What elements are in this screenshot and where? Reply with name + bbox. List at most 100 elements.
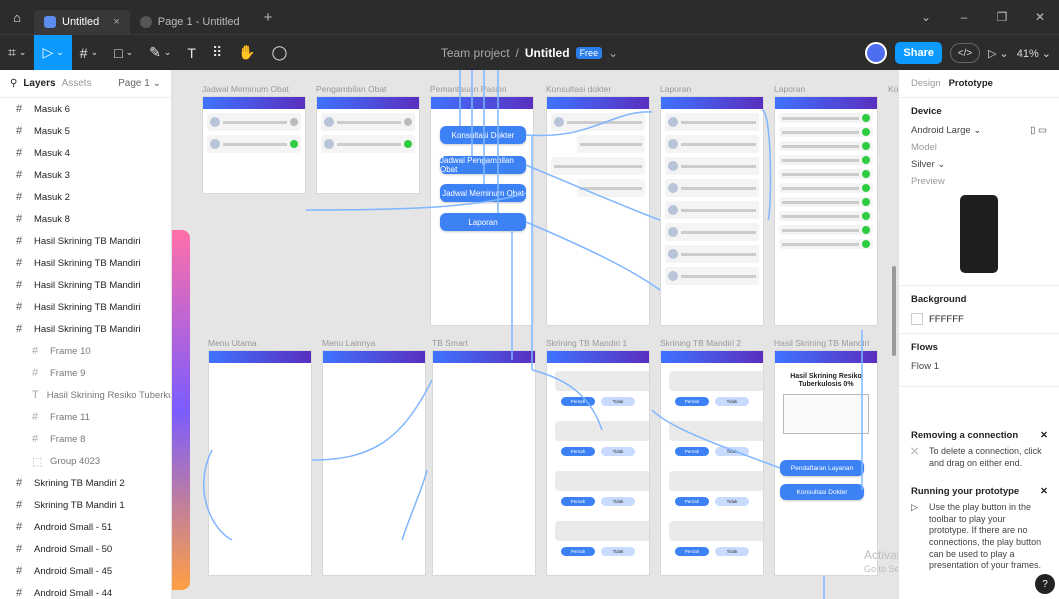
close-window-button[interactable]: ✕ (1021, 10, 1059, 24)
frame-skrining-tb-mandiri-1[interactable]: Pernah Tidak Pernah Tidak Pernah Tidak P… (546, 350, 650, 576)
jadwal-meminum-obat-button[interactable]: Jadwal Meminum Obat (440, 184, 526, 202)
dev-mode-toggle[interactable]: </> (949, 43, 980, 63)
frame-menu-utama[interactable] (208, 350, 312, 576)
layer-item[interactable]: # Skrining TB Mandiri 1 (0, 494, 171, 516)
layer-item[interactable]: # Masuk 6 (0, 98, 171, 120)
frame-skrining-tb-mandiri-2[interactable]: Pernah Tidak Pernah Tidak Pernah Tidak P… (660, 350, 764, 576)
yes-button[interactable]: Pernah (561, 547, 595, 556)
background-hex[interactable]: FFFFFF (929, 314, 964, 325)
present-button[interactable]: ▷ ⌄ (988, 47, 1009, 60)
frame-label[interactable]: Laporan (660, 84, 691, 94)
frame-jadwal-meminum-obat[interactable] (202, 96, 306, 194)
no-button[interactable]: Tidak (601, 397, 635, 406)
layer-item[interactable]: # Masuk 4 (0, 142, 171, 164)
tab-assets[interactable]: Assets (62, 78, 92, 89)
resources-icon[interactable]: ⠿ (204, 35, 230, 71)
frame-label[interactable]: Pengambilan Obat (316, 84, 386, 94)
close-icon[interactable]: ✕ (1040, 430, 1048, 441)
no-button[interactable]: Tidak (715, 397, 749, 406)
yes-button[interactable]: Pernah (675, 447, 709, 456)
move-tool-icon[interactable]: ▷ ⌄ (34, 34, 72, 71)
flow-item[interactable]: Flow 1 (911, 361, 1047, 372)
layer-item[interactable]: # Android Small - 44 (0, 582, 171, 599)
frame-label[interactable]: Menu Lainnya (322, 338, 375, 348)
color-swatch[interactable] (911, 313, 923, 325)
frame-label[interactable]: Ko (888, 84, 898, 94)
layer-item[interactable]: # Masuk 5 (0, 120, 171, 142)
frame-tb-smart[interactable] (432, 350, 536, 576)
layer-item[interactable]: # Frame 11 (0, 406, 171, 428)
yes-button[interactable]: Pernah (561, 447, 595, 456)
frame-label[interactable]: Menu Utama (208, 338, 257, 348)
layer-item[interactable]: # Android Small - 51 (0, 516, 171, 538)
team-name[interactable]: Team project (441, 46, 510, 60)
no-button[interactable]: Tidak (715, 497, 749, 506)
layer-item[interactable]: # Android Small - 45 (0, 560, 171, 582)
frame-tool-icon[interactable]: # ⌄ (72, 35, 106, 71)
layer-item[interactable]: # Hasil Skrining TB Mandiri (0, 252, 171, 274)
frame-label[interactable]: TB Smart (432, 338, 468, 348)
minimize-button[interactable]: – (945, 10, 983, 24)
tab-design[interactable]: Design (911, 78, 941, 89)
help-button[interactable]: ? (1035, 574, 1055, 594)
layer-item[interactable]: ⬚ Group 4023 (0, 450, 171, 472)
jadwal-pengambilan-obat-button[interactable]: Jadwal Pengambilan Obat (440, 156, 526, 174)
main-menu-icon[interactable]: ⌗ ⌄ (0, 35, 34, 71)
canvas-scrollbar[interactable] (892, 266, 896, 356)
tab-untitled[interactable]: Untitled × (34, 10, 130, 34)
pendaftaran-layanan-button[interactable]: Pendaftaran Layanan (780, 460, 864, 476)
layer-item[interactable]: # Hasil Skrining TB Mandiri (0, 230, 171, 252)
chevron-down-icon[interactable]: ⌄ (608, 46, 618, 60)
yes-button[interactable]: Pernah (675, 547, 709, 556)
device-select[interactable]: Android Large ⌄ (911, 125, 981, 136)
frame-label[interactable]: Pemantauan Pasien (430, 84, 507, 94)
share-button[interactable]: Share (895, 42, 942, 64)
layer-item[interactable]: T Hasil Skrining Resiko Tuberkul... (0, 384, 171, 406)
orientation-icon[interactable]: ▯ ▭ (1030, 125, 1047, 136)
layer-item[interactable]: # Hasil Skrining TB Mandiri (0, 296, 171, 318)
shape-tool-icon[interactable]: □ ⌄ (106, 35, 141, 71)
zoom-dropdown[interactable]: 41% ⌄ (1017, 47, 1051, 60)
comment-tool-icon[interactable]: ◯ (264, 35, 296, 71)
layer-item[interactable]: # Frame 9 (0, 362, 171, 384)
frame-laporan-2[interactable] (774, 96, 878, 326)
close-tab-icon[interactable]: × (113, 16, 119, 28)
konsultasi-dokter-button[interactable]: Konsultasi Dokter (440, 126, 526, 144)
frame-label[interactable]: Skrining TB Mandiri 2 (660, 338, 741, 348)
tab-prototype[interactable]: Prototype (949, 78, 993, 89)
no-button[interactable]: Tidak (715, 447, 749, 456)
frame-menu-lainnya[interactable] (322, 350, 426, 576)
laporan-button[interactable]: Laporan (440, 213, 526, 231)
frame-label[interactable]: Hasil Skrining TB Mandiri (774, 338, 869, 348)
yes-button[interactable]: Pernah (561, 497, 595, 506)
yes-button[interactable]: Pernah (675, 397, 709, 406)
layer-item[interactable]: # Skrining TB Mandiri 2 (0, 472, 171, 494)
tab-page-1[interactable]: Page 1 - Untitled (130, 10, 250, 34)
model-select[interactable]: Silver ⌄ (911, 159, 1047, 170)
layer-item[interactable]: # Hasil Skrining TB Mandiri (0, 274, 171, 296)
hand-tool-icon[interactable]: ✋ (230, 35, 263, 71)
layer-item[interactable]: # Frame 8 (0, 428, 171, 450)
konsultasi-dokter-result-button[interactable]: Konsultasi Dokter (780, 484, 864, 500)
page-selector[interactable]: Page 1 ⌄ (118, 78, 161, 89)
yes-button[interactable]: Pernah (675, 497, 709, 506)
frame-label[interactable]: Skrining TB Mandiri 1 (546, 338, 627, 348)
frame-pengambilan-obat[interactable] (316, 96, 420, 194)
home-icon[interactable]: ⌂ (0, 0, 34, 34)
frame-label[interactable]: Laporan (774, 84, 805, 94)
maximize-button[interactable]: ❐ (983, 10, 1021, 24)
layer-item[interactable]: # Hasil Skrining TB Mandiri (0, 318, 171, 340)
no-button[interactable]: Tidak (601, 497, 635, 506)
no-button[interactable]: Tidak (601, 447, 635, 456)
layer-item[interactable]: # Android Small - 50 (0, 538, 171, 560)
canvas[interactable]: Jadwal Meminum Obat Pengambilan Obat Pem… (172, 70, 898, 599)
layer-item[interactable]: # Masuk 2 (0, 186, 171, 208)
background-fill[interactable]: FFFFFF (911, 313, 1047, 325)
tab-layers[interactable]: Layers (23, 78, 55, 89)
new-tab-button[interactable]: + (264, 9, 273, 26)
close-icon[interactable]: ✕ (1040, 486, 1048, 497)
yes-button[interactable]: Pernah (561, 397, 595, 406)
search-icon[interactable]: ⚲ (10, 78, 17, 89)
text-tool-icon[interactable]: T (179, 35, 204, 71)
no-button[interactable]: Tidak (715, 547, 749, 556)
